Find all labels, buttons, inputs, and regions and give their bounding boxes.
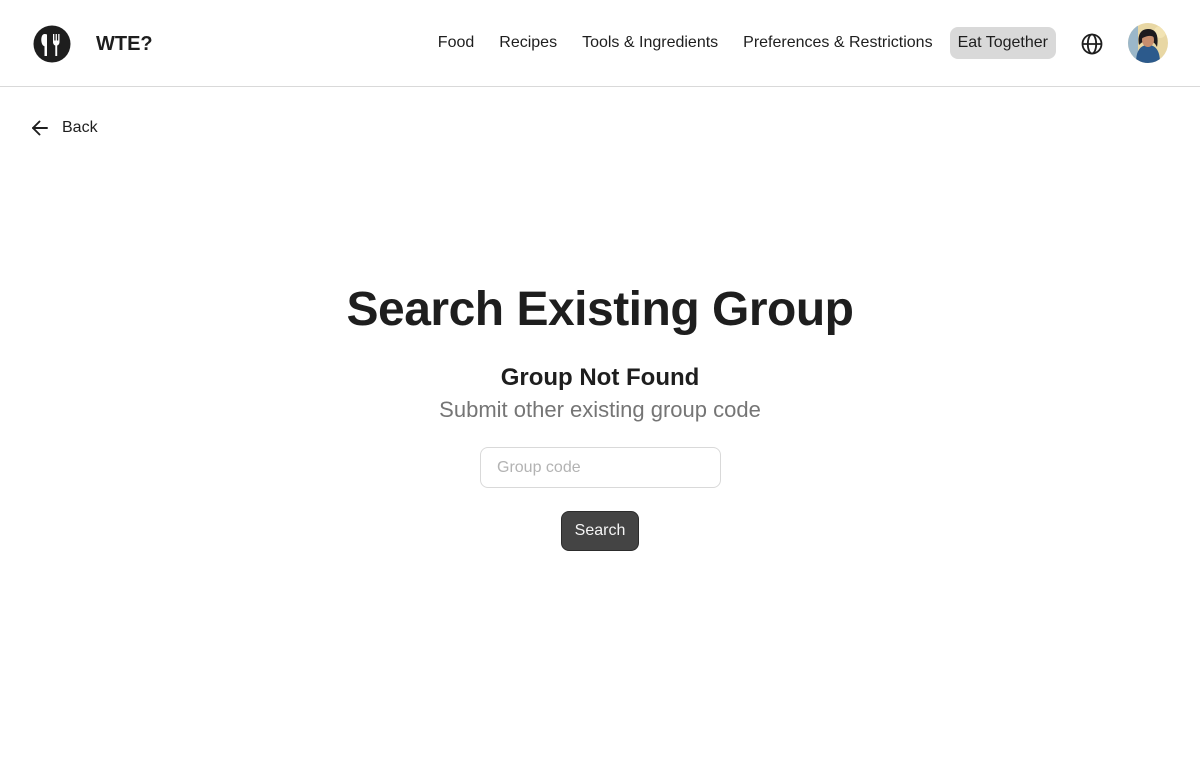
main-nav: Food Recipes Tools & Ingredients Prefere… — [430, 27, 1056, 59]
search-button[interactable]: Search — [561, 511, 639, 551]
fork-knife-logo-icon[interactable] — [33, 25, 71, 63]
nav-item-eat-together[interactable]: Eat Together — [949, 27, 1056, 59]
globe-icon[interactable] — [1080, 32, 1104, 56]
status-description: Submit other existing group code — [439, 397, 761, 422]
nav-item-tools-ingredients[interactable]: Tools & Ingredients — [574, 27, 726, 59]
top-header: WTE? Food Recipes Tools & Ingredients Pr… — [0, 0, 1200, 87]
nav-item-food[interactable]: Food — [430, 27, 482, 59]
group-code-input[interactable] — [480, 447, 721, 488]
avatar[interactable] — [1128, 23, 1168, 63]
back-label: Back — [62, 119, 98, 136]
arrow-left-icon — [32, 120, 48, 136]
back-link[interactable]: Back — [30, 117, 98, 139]
page-title: Search Existing Group — [346, 283, 854, 336]
status-heading: Group Not Found — [500, 364, 700, 391]
nav-item-preferences-restrictions[interactable]: Preferences & Restrictions — [735, 27, 940, 59]
nav-item-recipes[interactable]: Recipes — [491, 27, 565, 59]
brand-name[interactable]: WTE? — [96, 31, 153, 57]
